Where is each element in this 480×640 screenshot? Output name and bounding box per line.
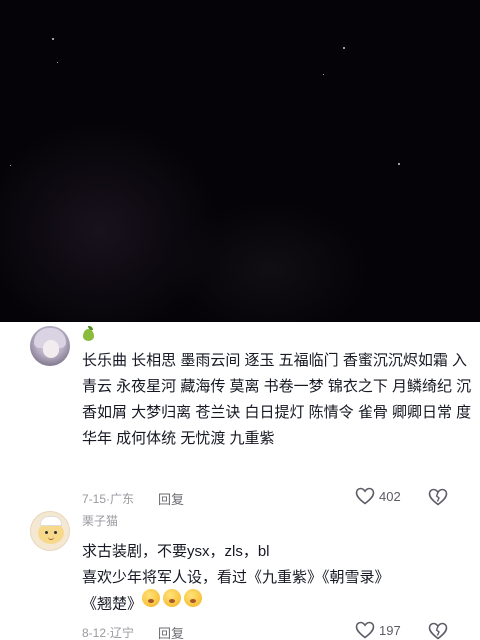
star-dot: [343, 47, 345, 49]
video-player-area[interactable]: [0, 0, 480, 322]
avatar-face: [43, 340, 59, 358]
reply-button[interactable]: 回复: [158, 623, 184, 640]
star-dot: [398, 163, 400, 165]
comment-text-fragment: 《翘楚》: [82, 595, 143, 613]
comment-date: 8-12: [82, 625, 107, 640]
comment-text: 长乐曲 长相思 墨雨云间 逐玉 五福临门 香蜜沉沉烬如霜 入青云 永夜星河 藏海…: [82, 352, 472, 447]
broken-heart-icon[interactable]: [428, 488, 448, 506]
like-count: 197: [379, 622, 401, 638]
like-button[interactable]: 402: [355, 487, 401, 505]
comment-meta: 7-15 · 广东 回复: [82, 489, 184, 508]
comment-meta: 8-12 · 辽宁 回复: [82, 623, 184, 640]
avatar[interactable]: [30, 511, 70, 551]
heart-icon: [355, 487, 375, 505]
star-dot: [52, 38, 54, 40]
avatar-eye: [54, 531, 57, 534]
like-count: 402: [379, 488, 401, 504]
avatar[interactable]: [30, 326, 70, 366]
like-button[interactable]: 197: [355, 621, 401, 639]
heart-icon: [355, 621, 375, 639]
comment-text-line: 求古装剧，不要ysx，zls，bl: [82, 543, 270, 560]
comment-text: 求古装剧，不要ysx，zls，bl 喜欢少年将军人设，看过《九重紫》《朝雪录》 …: [82, 539, 472, 617]
star-dot: [10, 165, 11, 166]
star-dot: [57, 62, 58, 63]
star-dot: [323, 74, 324, 75]
reply-button[interactable]: 回复: [158, 489, 184, 508]
emoji-group: [142, 589, 205, 618]
avatar-hat: [40, 516, 62, 526]
pleading-face-emoji: [163, 589, 182, 607]
comment-text-line: 喜欢少年将军人设，看过《九重紫》《朝雪录》: [82, 569, 390, 586]
comment-username[interactable]: 栗子猫: [82, 512, 118, 529]
pleading-face-emoji: [184, 589, 203, 607]
pear-badge-icon: [82, 326, 96, 342]
broken-heart-icon[interactable]: [428, 622, 448, 640]
video-glow: [170, 200, 370, 322]
comment-location: 辽宁: [110, 626, 135, 640]
comment-date: 7-15: [82, 491, 107, 506]
pleading-face-emoji: [142, 589, 161, 607]
avatar-eye: [45, 531, 48, 534]
comment-text-line: 《翘楚》: [82, 589, 472, 618]
comment-location: 广东: [110, 492, 135, 506]
